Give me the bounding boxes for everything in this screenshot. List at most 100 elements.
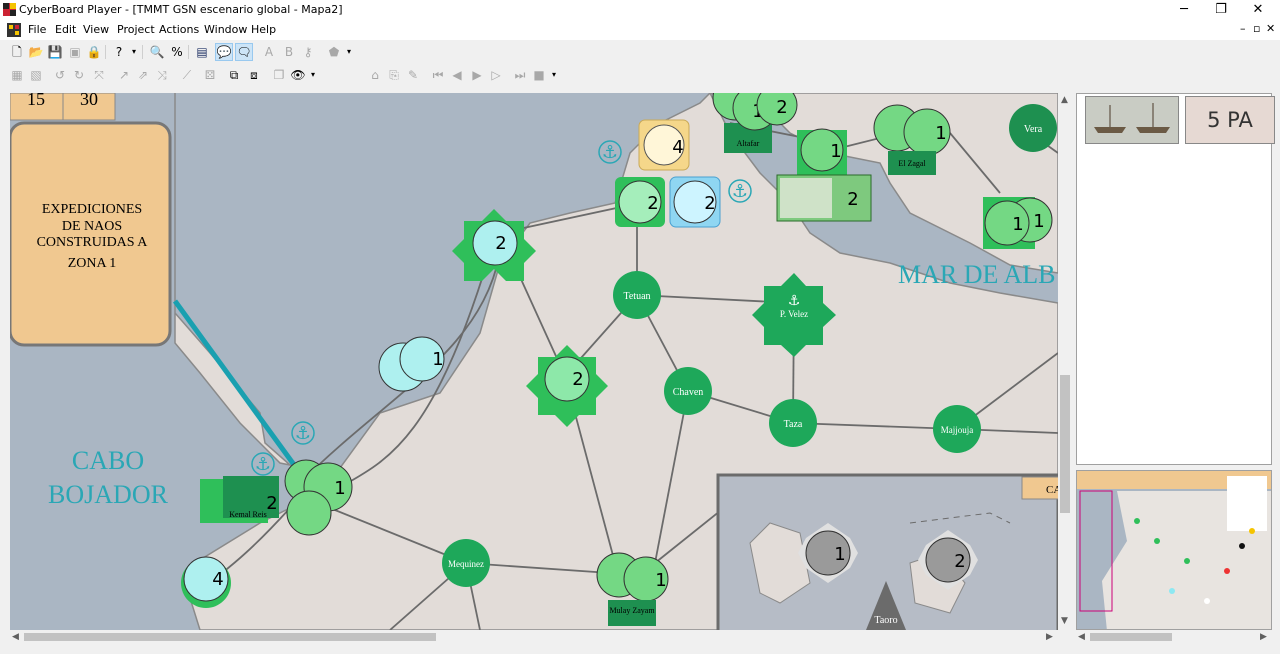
help-pointer-icon[interactable]: ? [111,44,127,60]
counter-altafar[interactable]: Altafar 1 2 [712,93,798,153]
counter-yellow[interactable]: 4 [638,119,690,171]
bring-front-icon[interactable]: ⧉ [226,67,242,83]
city-taza[interactable]: Taza [769,399,817,447]
city-majjouja[interactable]: Majjouja [933,405,981,453]
ship-marker-image[interactable] [1085,96,1179,144]
map-view[interactable]: 15 30 EXPEDICIONES DE NAOS CONSTRUIDAS A… [10,93,1058,630]
scroll-right-icon[interactable]: ▶ [1260,632,1267,642]
dropdown-arrow-icon[interactable]: ▾ [546,67,562,83]
speech-bubble-icon[interactable]: 💬 [215,43,233,61]
menu-window[interactable]: Window [204,23,247,36]
menu-view[interactable]: View [83,23,109,36]
menu-edit[interactable]: Edit [55,23,76,36]
svg-text:2: 2 [954,551,965,572]
ship-counter[interactable]: 2 [776,174,872,222]
text-a-icon[interactable]: A [261,44,277,60]
scroll-thumb[interactable] [1090,633,1172,641]
scroll-thumb[interactable] [24,633,436,641]
flip-icon[interactable]: ⤧ [91,67,107,83]
zoom-icon[interactable]: 🔍 [149,44,165,60]
percent-icon[interactable]: % [169,44,185,60]
next-move-icon[interactable]: ▶ [469,67,485,83]
scroll-left-icon[interactable]: ◀ [12,632,19,642]
save-icon[interactable]: 💾 [47,44,63,60]
status-bar [0,644,1280,654]
svg-text:1: 1 [830,141,841,162]
mdi-close-button[interactable]: ✕ [1266,22,1275,35]
map-horizontal-scrollbar[interactable]: ◀ ▶ [10,630,1058,644]
key-icon[interactable]: ⚷ [300,44,316,60]
counter-tetuan-green[interactable]: 2 [615,177,665,227]
new-icon[interactable]: 🗋 [9,44,25,60]
notes-icon[interactable]: ✎ [405,67,421,83]
dropdown-arrow-icon[interactable]: ▾ [126,44,142,60]
city-mequinez[interactable]: Mequinez [442,539,490,587]
counter-tetuan-blue[interactable]: 2 [669,176,721,228]
scroll-right-icon[interactable]: ▶ [1046,632,1053,642]
move-stack-icon[interactable]: ⇗ [135,67,151,83]
city-taoro[interactable]: Taoro [874,615,897,626]
mdi-minimize-button[interactable]: – [1240,22,1246,35]
menu-help[interactable]: Help [251,23,276,36]
svg-text:Tetuan: Tetuan [623,291,650,302]
piece-tray-icon[interactable]: ▤ [194,44,210,60]
overview-horizontal-scrollbar[interactable]: ◀ ▶ [1076,630,1272,644]
first-move-icon[interactable]: ⏮ [430,67,446,83]
save-all-icon[interactable]: ▣ [67,44,83,60]
last-move-icon[interactable]: ⏭ [512,67,528,83]
stack-icon[interactable]: ▦ [9,67,25,83]
svg-text:2: 2 [572,369,583,390]
measure-icon[interactable]: ⟋ [179,67,195,83]
lock-icon[interactable]: 🔒 [86,44,102,60]
scroll-down-icon[interactable]: ▼ [1061,616,1068,626]
menu-project[interactable]: Project [117,23,155,36]
overview-map[interactable] [1076,470,1272,630]
rotate-right-icon[interactable]: ↻ [71,67,87,83]
action-points-marker[interactable]: 5 PA [1185,96,1275,144]
maximize-button[interactable]: ❐ [1203,0,1239,20]
dropdown-arrow-icon[interactable]: ▾ [305,67,321,83]
city-vera[interactable]: Vera [1009,104,1057,152]
track-number-15: 15 [27,93,45,109]
swap-icon[interactable]: ⤨ [154,67,170,83]
eye-icon[interactable]: 👁 [290,67,306,83]
record-alt-icon[interactable]: ⎘ [386,67,402,83]
close-button[interactable]: ✕ [1240,0,1276,20]
stop-icon[interactable]: ■ [531,67,547,83]
move-icon[interactable]: ↗ [116,67,132,83]
map-vertical-scrollbar[interactable]: ▲ ▼ [1058,93,1072,630]
svg-text:⚓: ⚓ [788,293,801,309]
city-chaven[interactable]: Chaven [664,367,712,415]
unstack-icon[interactable]: ▧ [28,67,44,83]
scroll-up-icon[interactable]: ▲ [1061,95,1068,105]
menu-actions[interactable]: Actions [159,23,199,36]
dice-icon[interactable]: ⚄ [202,67,218,83]
tray-panel: 5 PA [1076,93,1275,465]
document-icon[interactable] [7,23,21,37]
scroll-left-icon[interactable]: ◀ [1078,632,1085,642]
counter-selected-center[interactable]: 1 [797,128,847,178]
scroll-thumb[interactable] [1060,375,1070,513]
mdi-restore-button[interactable]: ▫ [1253,22,1260,35]
speech-bubble-alt-icon[interactable]: 🗨 [235,43,253,61]
open-icon[interactable]: 📂 [28,44,44,60]
city-tetuan[interactable]: Tetuan [613,271,661,319]
copy-icon[interactable]: ❐ [271,67,287,83]
svg-text:⚓: ⚓ [255,454,271,475]
send-back-icon[interactable]: ⧈ [246,67,262,83]
minimize-button[interactable]: ─ [1166,0,1202,20]
rotate-left-icon[interactable]: ↺ [52,67,68,83]
play-move-icon[interactable]: ▷ [488,67,504,83]
game-board[interactable]: 15 30 EXPEDICIONES DE NAOS CONSTRUIDAS A… [10,93,1058,630]
text-b-icon[interactable]: B [281,44,297,60]
counter-mid-star[interactable]: 2 [526,345,608,427]
dropdown-arrow-icon[interactable]: ▾ [341,44,357,60]
markers-icon[interactable]: ⬟ [326,44,342,60]
counter-north-star[interactable]: 2 [452,209,536,281]
cape-label-1: CABO [72,446,144,475]
record-icon[interactable]: ⌂ [367,67,383,83]
counter-kemal[interactable]: 2 Kemal Reis [223,476,279,519]
prev-move-icon[interactable]: ◀ [449,67,465,83]
menu-file[interactable]: File [28,23,46,36]
counter-west-horse[interactable]: 1 [378,336,445,392]
